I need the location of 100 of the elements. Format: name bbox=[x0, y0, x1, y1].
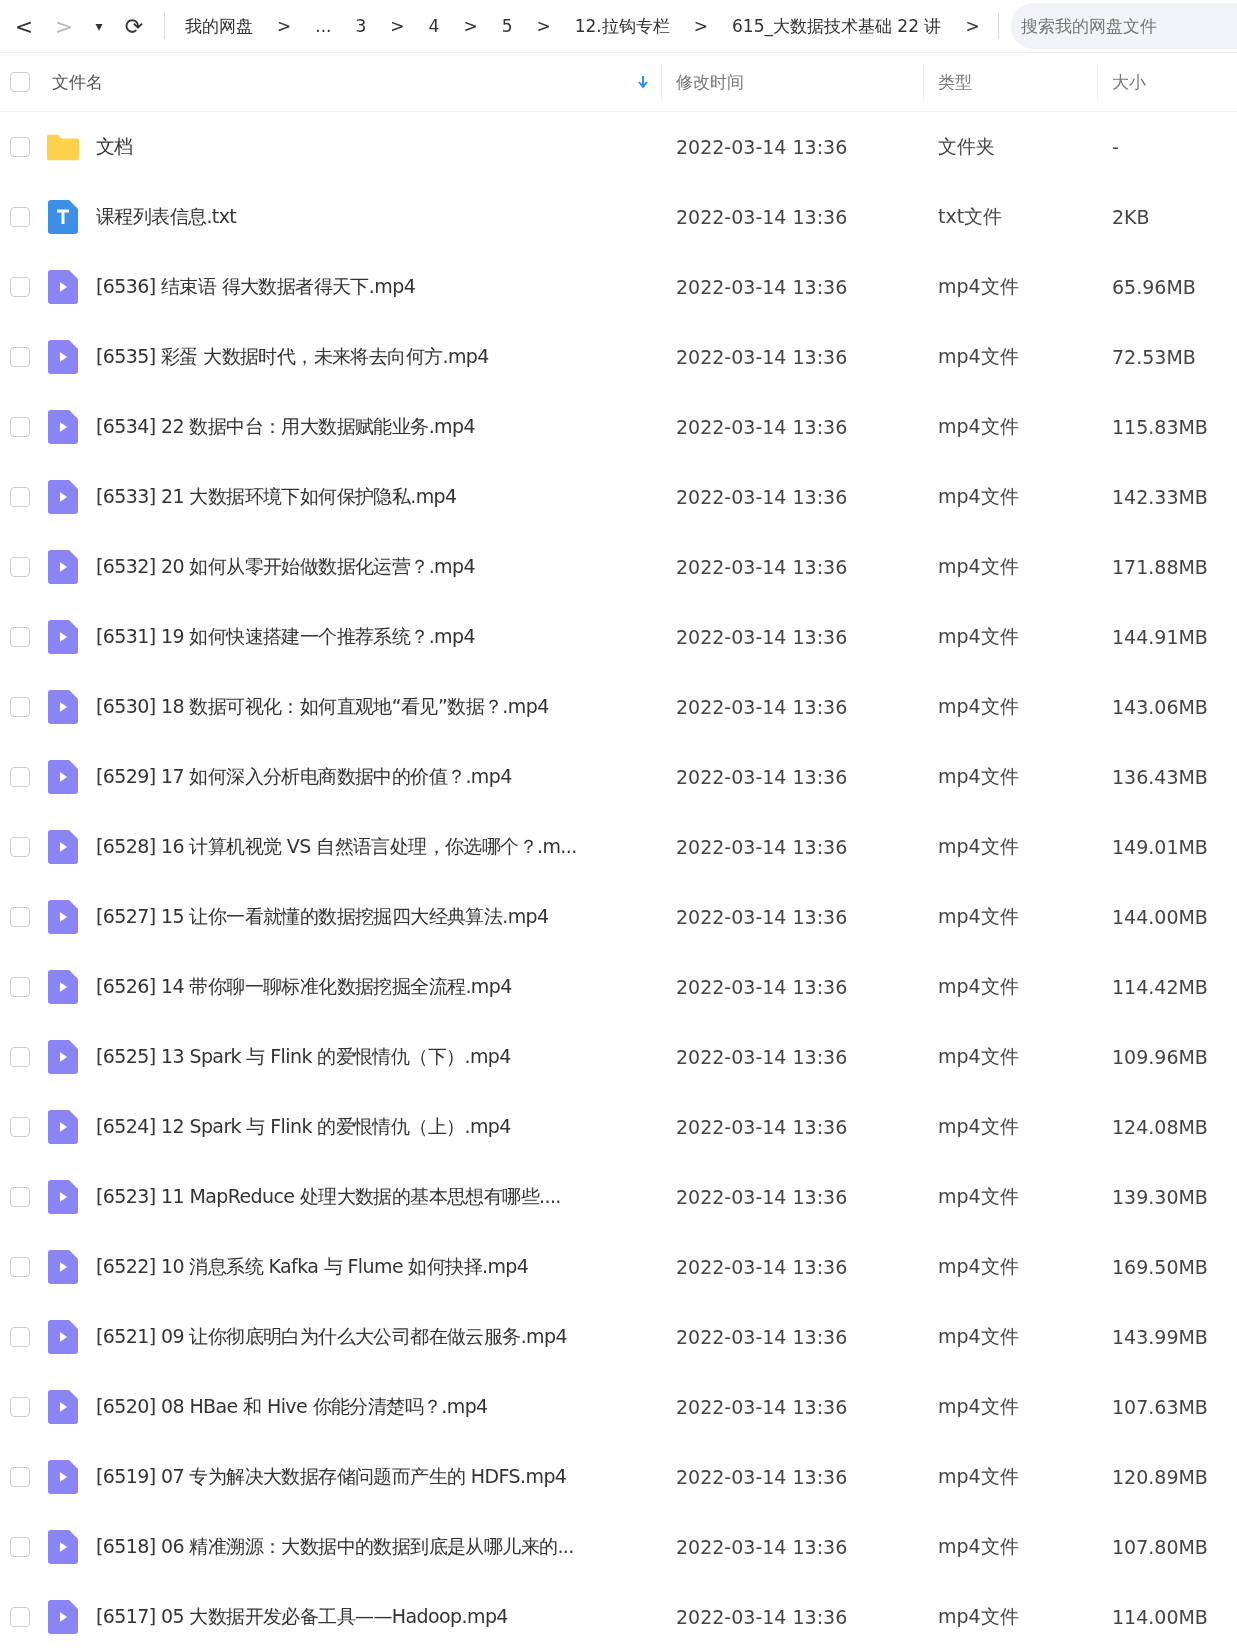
breadcrumb-item[interactable]: 5 bbox=[493, 16, 521, 36]
file-name[interactable]: [6522] 10 消息系统 Kafka 与 Flume 如何抉择.mp4 bbox=[96, 1254, 529, 1280]
breadcrumb-item[interactable]: 我的网盘 bbox=[177, 14, 261, 38]
file-type: mp4文件 bbox=[937, 764, 1020, 789]
checkbox[interactable] bbox=[10, 137, 30, 157]
back-button[interactable]: < bbox=[4, 6, 44, 46]
checkbox[interactable] bbox=[10, 277, 30, 297]
column-header[interactable]: 文件名 bbox=[52, 70, 103, 94]
checkbox[interactable] bbox=[10, 1607, 30, 1627]
video-file-icon bbox=[46, 690, 80, 724]
breadcrumb-item[interactable]: ... bbox=[307, 16, 340, 36]
video-file-icon bbox=[46, 760, 80, 794]
file-name[interactable]: [6535] 彩蛋 大数据时代，未来将去向何方.mp4 bbox=[96, 344, 489, 370]
checkbox[interactable] bbox=[10, 907, 30, 927]
breadcrumb-item[interactable]: > bbox=[685, 16, 716, 36]
video-file-icon bbox=[46, 900, 80, 934]
file-size: 115.83MB bbox=[1111, 416, 1209, 438]
checkbox[interactable] bbox=[10, 837, 30, 857]
file-size: 124.08MB bbox=[1111, 1116, 1209, 1138]
modified-time: 2022-03-14 13:36 bbox=[675, 906, 849, 928]
video-file-icon bbox=[46, 1460, 80, 1494]
file-size: 107.63MB bbox=[1111, 1396, 1209, 1418]
checkbox[interactable] bbox=[10, 1327, 30, 1347]
video-file-icon bbox=[46, 1600, 80, 1634]
checkbox[interactable] bbox=[10, 557, 30, 577]
file-name[interactable]: [6530] 18 数据可视化：如何直观地“看见”数据？.mp4 bbox=[96, 694, 549, 720]
breadcrumb-item[interactable]: 12.拉钩专栏 bbox=[566, 14, 678, 38]
checkbox[interactable] bbox=[10, 487, 30, 507]
file-name[interactable]: [6528] 16 计算机视觉 VS 自然语言处理，你选哪个？.m... bbox=[96, 834, 577, 860]
file-name[interactable]: [6523] 11 MapReduce 处理大数据的基本思想有哪些.... bbox=[96, 1184, 561, 1210]
modified-time: 2022-03-14 13:36 bbox=[675, 276, 849, 298]
text-file-icon bbox=[46, 200, 80, 234]
checkbox[interactable] bbox=[10, 347, 30, 367]
search-field[interactable]: 搜索我的网盘文件 bbox=[1010, 3, 1237, 49]
checkbox[interactable] bbox=[10, 1397, 30, 1417]
file-type: mp4文件 bbox=[937, 1324, 1020, 1349]
breadcrumb-item[interactable]: > bbox=[957, 16, 988, 36]
breadcrumb-item[interactable]: > bbox=[269, 16, 300, 36]
file-type: mp4文件 bbox=[937, 554, 1020, 579]
file-name[interactable]: [6518] 06 精准溯源：大数据中的数据到底是从哪儿来的... bbox=[96, 1534, 574, 1560]
file-name[interactable]: [6526] 14 带你聊一聊标准化数据挖掘全流程.mp4 bbox=[96, 974, 512, 1000]
file-name[interactable]: [6519] 07 专为解决大数据存储问题而产生的 HDFS.mp4 bbox=[96, 1464, 567, 1490]
breadcrumb-item[interactable]: > bbox=[455, 16, 486, 36]
file-name[interactable]: 文档 bbox=[96, 134, 133, 160]
checkbox[interactable] bbox=[10, 72, 30, 92]
checkbox[interactable] bbox=[10, 417, 30, 437]
file-name[interactable]: [6531] 19 如何快速搭建一个推荐系统？.mp4 bbox=[96, 624, 475, 650]
file-size: 2KB bbox=[1111, 206, 1151, 228]
file-size: 120.89MB bbox=[1111, 1466, 1209, 1488]
file-type: mp4文件 bbox=[937, 1604, 1020, 1629]
file-name[interactable]: 课程列表信息.txt bbox=[96, 204, 237, 230]
video-file-icon bbox=[46, 270, 80, 304]
file-name[interactable]: [6536] 结束语 得大数据者得天下.mp4 bbox=[96, 274, 416, 300]
file-type: mp4文件 bbox=[937, 484, 1020, 509]
breadcrumb-item[interactable]: 3 bbox=[347, 16, 375, 36]
video-file-icon bbox=[46, 970, 80, 1004]
column-header[interactable]: 大小 bbox=[1112, 70, 1146, 94]
checkbox[interactable] bbox=[10, 627, 30, 647]
modified-time: 2022-03-14 13:36 bbox=[675, 1396, 849, 1418]
modified-time: 2022-03-14 13:36 bbox=[675, 1116, 849, 1138]
file-type: mp4文件 bbox=[937, 834, 1020, 859]
checkbox[interactable] bbox=[10, 1047, 30, 1067]
dropdown-button[interactable]: ▾ bbox=[84, 6, 114, 46]
file-name[interactable]: [6524] 12 Spark 与 Flink 的爱恨情仇（上）.mp4 bbox=[96, 1114, 511, 1140]
refresh-button[interactable]: ⟳ bbox=[114, 6, 154, 46]
file-type: mp4文件 bbox=[937, 1114, 1020, 1139]
file-name[interactable]: [6529] 17 如何深入分析电商数据中的价值？.mp4 bbox=[96, 764, 512, 790]
file-name[interactable]: [6527] 15 让你一看就懂的数据挖掘四大经典算法.mp4 bbox=[96, 904, 549, 930]
file-name[interactable]: [6521] 09 让你彻底明白为什么大公司都在做云服务.mp4 bbox=[96, 1324, 567, 1350]
file-name[interactable]: [6533] 21 大数据环境下如何保护隐私.mp4 bbox=[96, 484, 457, 510]
file-name[interactable]: [6517] 05 大数据开发必备工具——Hadoop.mp4 bbox=[96, 1604, 508, 1630]
file-size: - bbox=[1111, 136, 1120, 158]
checkbox[interactable] bbox=[10, 1187, 30, 1207]
video-file-icon bbox=[46, 1250, 80, 1284]
file-name[interactable]: [6532] 20 如何从零开始做数据化运营？.mp4 bbox=[96, 554, 475, 580]
file-type: mp4文件 bbox=[937, 1044, 1020, 1069]
breadcrumb-item[interactable]: 4 bbox=[420, 16, 448, 36]
checkbox[interactable] bbox=[10, 1467, 30, 1487]
checkbox[interactable] bbox=[10, 767, 30, 787]
file-name[interactable]: [6534] 22 数据中台：用大数据赋能业务.mp4 bbox=[96, 414, 475, 440]
checkbox[interactable] bbox=[10, 697, 30, 717]
checkbox[interactable] bbox=[10, 977, 30, 997]
video-file-icon bbox=[46, 1320, 80, 1354]
file-size: 143.06MB bbox=[1111, 696, 1209, 718]
checkbox[interactable] bbox=[10, 1257, 30, 1277]
column-header[interactable]: 修改时间 bbox=[676, 70, 744, 94]
video-file-icon bbox=[46, 620, 80, 654]
video-file-icon bbox=[46, 1040, 80, 1074]
sort-arrow-icon[interactable] bbox=[637, 75, 649, 89]
file-name[interactable]: [6525] 13 Spark 与 Flink 的爱恨情仇（下）.mp4 bbox=[96, 1044, 511, 1070]
breadcrumb-item[interactable]: > bbox=[528, 16, 559, 36]
breadcrumb-item[interactable]: > bbox=[382, 16, 413, 36]
checkbox[interactable] bbox=[10, 1117, 30, 1137]
checkbox[interactable] bbox=[10, 1537, 30, 1557]
breadcrumb-item[interactable]: 615_大数据技术基础 22 讲 bbox=[724, 14, 950, 38]
column-header[interactable]: 类型 bbox=[938, 70, 972, 94]
file-name[interactable]: [6520] 08 HBae 和 Hive 你能分清楚吗？.mp4 bbox=[96, 1394, 488, 1420]
checkbox[interactable] bbox=[10, 207, 30, 227]
file-type: mp4文件 bbox=[937, 974, 1020, 999]
file-type: mp4文件 bbox=[937, 344, 1020, 369]
